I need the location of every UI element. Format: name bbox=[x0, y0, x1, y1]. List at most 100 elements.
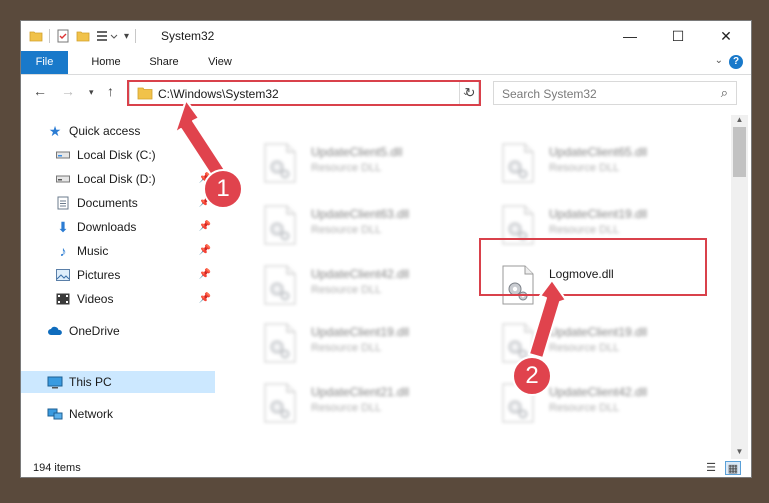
documents-icon bbox=[55, 195, 71, 211]
search-placeholder: Search System32 bbox=[502, 87, 597, 101]
nav-pictures[interactable]: Pictures 📌 bbox=[21, 264, 215, 286]
nav-onedrive[interactable]: OneDrive bbox=[21, 320, 215, 342]
nav-label: Local Disk (C:) bbox=[77, 148, 156, 162]
scroll-down-icon[interactable]: ▼ bbox=[731, 447, 748, 459]
expand-ribbon-icon[interactable]: ⌄ bbox=[715, 55, 723, 66]
nav-videos[interactable]: Videos 📌 bbox=[21, 288, 215, 310]
file-item[interactable]: UpdateClient42.dll Resource DLL bbox=[237, 257, 457, 313]
nav-label: Documents bbox=[77, 196, 138, 210]
file-type: Resource DLL bbox=[311, 162, 382, 174]
network-icon bbox=[47, 406, 63, 422]
pin-icon[interactable]: 📌 bbox=[199, 293, 211, 304]
file-name: UpdateClient21.dll bbox=[311, 385, 410, 399]
pin-icon[interactable]: 📌 bbox=[199, 245, 211, 256]
close-icon: ✕ bbox=[720, 27, 732, 44]
drive-icon bbox=[55, 171, 71, 187]
file-highlight-box bbox=[479, 238, 707, 296]
file-type: Resource DLL bbox=[311, 342, 382, 354]
maximize-button[interactable]: ☐ bbox=[655, 21, 701, 51]
file-name: UpdateClient63.dll bbox=[311, 207, 410, 221]
downloads-icon: ⬇ bbox=[57, 218, 69, 235]
file-item[interactable]: UpdateClient42.dll Resource DLL bbox=[475, 375, 695, 431]
nav-label: Network bbox=[69, 407, 114, 421]
forward-button[interactable]: → bbox=[61, 83, 75, 99]
step-2-badge: 2 bbox=[512, 356, 552, 396]
file-type: Resource DLL bbox=[549, 342, 620, 354]
navigation-pane: ★ Quick access Local Disk (C:) 📌 Local D… bbox=[21, 115, 215, 459]
nav-documents[interactable]: Documents 📌 bbox=[21, 192, 215, 214]
nav-quick-access[interactable]: ★ Quick access bbox=[21, 120, 215, 142]
nav-music[interactable]: ♪ Music 📌 bbox=[21, 240, 215, 262]
pin-icon[interactable]: 📌 bbox=[199, 149, 211, 160]
separator bbox=[135, 29, 137, 43]
tab-view[interactable]: View bbox=[197, 51, 243, 74]
properties-icon[interactable] bbox=[56, 29, 70, 43]
large-icons-view-button[interactable]: ▦ bbox=[725, 461, 741, 475]
nav-label: Local Disk (D:) bbox=[77, 172, 156, 186]
file-item[interactable]: UpdateClient19.dll Resource DLL bbox=[237, 315, 457, 371]
nav-label: Pictures bbox=[77, 268, 121, 282]
search-box[interactable]: Search System32 ⌕ bbox=[493, 81, 737, 105]
file-type: Resource DLL bbox=[311, 224, 382, 236]
folder-icon bbox=[29, 31, 43, 42]
nav-downloads[interactable]: ⬇ Downloads 📌 bbox=[21, 216, 215, 238]
file-item[interactable]: UpdateClient19.dll Resource DLL bbox=[475, 315, 695, 371]
file-name: UpdateClient42.dll bbox=[549, 385, 648, 399]
tab-file[interactable]: File bbox=[21, 51, 68, 74]
dll-file-icon bbox=[264, 323, 296, 363]
close-button[interactable]: ✕ bbox=[703, 21, 749, 51]
nav-network[interactable]: Network bbox=[21, 403, 215, 425]
nav-label: Quick access bbox=[69, 124, 141, 138]
pictures-icon bbox=[55, 267, 71, 283]
file-type: Resource DLL bbox=[549, 402, 620, 414]
nav-label: Music bbox=[77, 244, 109, 258]
arrow-right-icon: → bbox=[61, 83, 75, 99]
file-name: UpdateClient5.dll bbox=[311, 145, 403, 159]
music-icon: ♪ bbox=[59, 243, 67, 259]
star-icon: ★ bbox=[48, 122, 62, 139]
file-name: UpdateClient19.dll bbox=[549, 207, 648, 221]
file-name: UpdateClient42.dll bbox=[311, 267, 410, 281]
pc-icon bbox=[47, 374, 63, 390]
status-bar: 194 items ☰ ▦ bbox=[21, 459, 751, 477]
drive-icon bbox=[55, 147, 71, 163]
scrollbar-thumb[interactable] bbox=[733, 127, 746, 177]
customize-toolbar-icon[interactable] bbox=[96, 29, 118, 43]
scroll-up-icon[interactable]: ▲ bbox=[731, 115, 748, 127]
file-item[interactable]: UpdateClient5.dll Resource DLL bbox=[237, 135, 457, 191]
qa-dropdown-icon[interactable]: ▾ bbox=[124, 31, 129, 42]
dll-file-icon bbox=[264, 265, 296, 305]
nav-local-disk-c[interactable]: Local Disk (C:) 📌 bbox=[21, 144, 215, 166]
dll-file-icon bbox=[264, 383, 296, 423]
file-item[interactable]: UpdateClient21.dll Resource DLL bbox=[237, 375, 457, 431]
search-icon[interactable]: ⌕ bbox=[721, 85, 728, 101]
file-name: UpdateClient19.dll bbox=[549, 325, 648, 339]
dll-file-icon bbox=[264, 205, 296, 245]
dll-file-icon bbox=[264, 143, 296, 183]
quick-access-toolbar: ▾ bbox=[29, 27, 137, 45]
recent-locations-button[interactable]: ▾ bbox=[89, 87, 94, 98]
nav-local-disk-d[interactable]: Local Disk (D:) 📌 bbox=[21, 168, 215, 190]
pin-icon[interactable]: 📌 bbox=[199, 221, 211, 232]
file-type: Resource DLL bbox=[311, 402, 382, 414]
help-icon[interactable]: ? bbox=[729, 55, 743, 69]
file-name: UpdateClient19.dll bbox=[311, 325, 410, 339]
new-folder-icon[interactable] bbox=[76, 29, 90, 43]
maximize-icon: ☐ bbox=[671, 27, 685, 44]
nav-this-pc[interactable]: This PC bbox=[21, 371, 215, 393]
details-view-button[interactable]: ☰ bbox=[703, 461, 719, 475]
file-item[interactable]: UpdateClient65.dll Resource DLL bbox=[475, 135, 695, 191]
up-button[interactable]: ↑ bbox=[107, 83, 114, 99]
file-type: Resource DLL bbox=[549, 162, 620, 174]
back-button[interactable]: ← bbox=[33, 83, 47, 99]
tab-share[interactable]: Share bbox=[139, 51, 189, 74]
tab-home[interactable]: Home bbox=[81, 51, 131, 74]
minimize-button[interactable]: — bbox=[607, 21, 653, 51]
chevron-down-icon: ▾ bbox=[89, 87, 94, 97]
file-item[interactable]: UpdateClient63.dll Resource DLL bbox=[237, 197, 457, 253]
vertical-scrollbar[interactable]: ▲ ▼ bbox=[731, 115, 748, 459]
file-name: UpdateClient65.dll bbox=[549, 145, 648, 159]
nav-label: OneDrive bbox=[69, 324, 120, 338]
file-type: Resource DLL bbox=[311, 284, 382, 296]
pin-icon[interactable]: 📌 bbox=[199, 269, 211, 280]
